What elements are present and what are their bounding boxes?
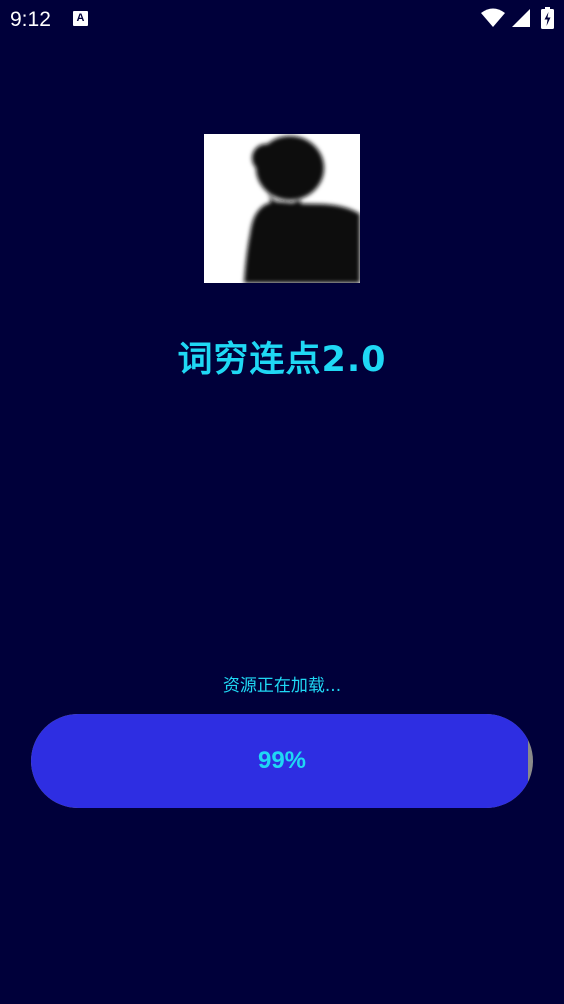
progress-percentage: 99% bbox=[257, 747, 307, 774]
status-bar: 9:12 A bbox=[0, 0, 564, 40]
status-time: 9:12 bbox=[10, 8, 51, 31]
battery-icon bbox=[541, 7, 554, 29]
silhouette-avatar bbox=[204, 134, 360, 283]
signal-icon bbox=[512, 9, 530, 27]
loading-status-text: 资源正在加载... bbox=[222, 676, 342, 696]
app-title: 词穷连点2.0 bbox=[177, 340, 387, 380]
wifi-icon bbox=[481, 8, 505, 27]
splash-screen: 9:12 A 词穷连点2.0 资源正在加载... 99% bbox=[0, 0, 564, 1004]
a-icon: A bbox=[73, 11, 88, 26]
